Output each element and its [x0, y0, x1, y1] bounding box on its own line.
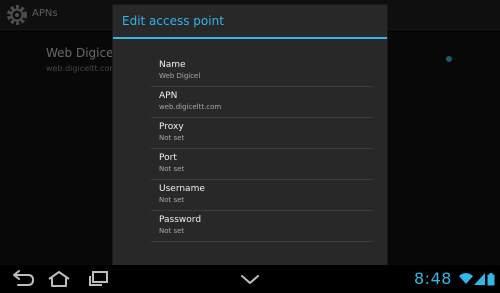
field-value: Web Digicel — [159, 72, 201, 80]
field-value: Not set — [159, 227, 185, 235]
edit-access-point-dialog: Edit access point Name Web Digicel APN w… — [112, 4, 388, 266]
field-label: Username — [159, 184, 205, 194]
field-port[interactable]: Port Not set — [151, 149, 373, 180]
field-label: Password — [159, 215, 202, 225]
battery-icon — [487, 273, 495, 286]
field-password[interactable]: Password Not set — [151, 211, 373, 242]
field-name[interactable]: Name Web Digicel — [151, 56, 373, 87]
field-apn[interactable]: APN web.digiceltt.com — [151, 87, 373, 118]
field-label: APN — [159, 91, 178, 101]
dialog-title: Edit access point — [122, 14, 224, 28]
field-value: web.digiceltt.com — [159, 103, 222, 111]
field-label: Name — [159, 60, 186, 70]
home-icon[interactable] — [46, 269, 72, 289]
clock[interactable]: 8:48 — [414, 269, 452, 288]
field-value: Not set — [159, 134, 185, 142]
field-proxy[interactable]: Proxy Not set — [151, 118, 373, 149]
wifi-icon — [459, 273, 473, 284]
dialog-title-divider — [113, 37, 387, 39]
signal-icon — [474, 273, 485, 285]
back-icon[interactable] — [10, 269, 36, 289]
field-label: Port — [159, 153, 177, 163]
system-navigation-bar: 8:48 — [0, 265, 500, 293]
field-label: Proxy — [159, 122, 184, 132]
field-username[interactable]: Username Not set — [151, 180, 373, 211]
field-value: Not set — [159, 165, 185, 173]
chevron-down-icon[interactable] — [238, 269, 262, 289]
recent-apps-icon[interactable] — [86, 269, 110, 289]
field-value: Not set — [159, 196, 185, 204]
